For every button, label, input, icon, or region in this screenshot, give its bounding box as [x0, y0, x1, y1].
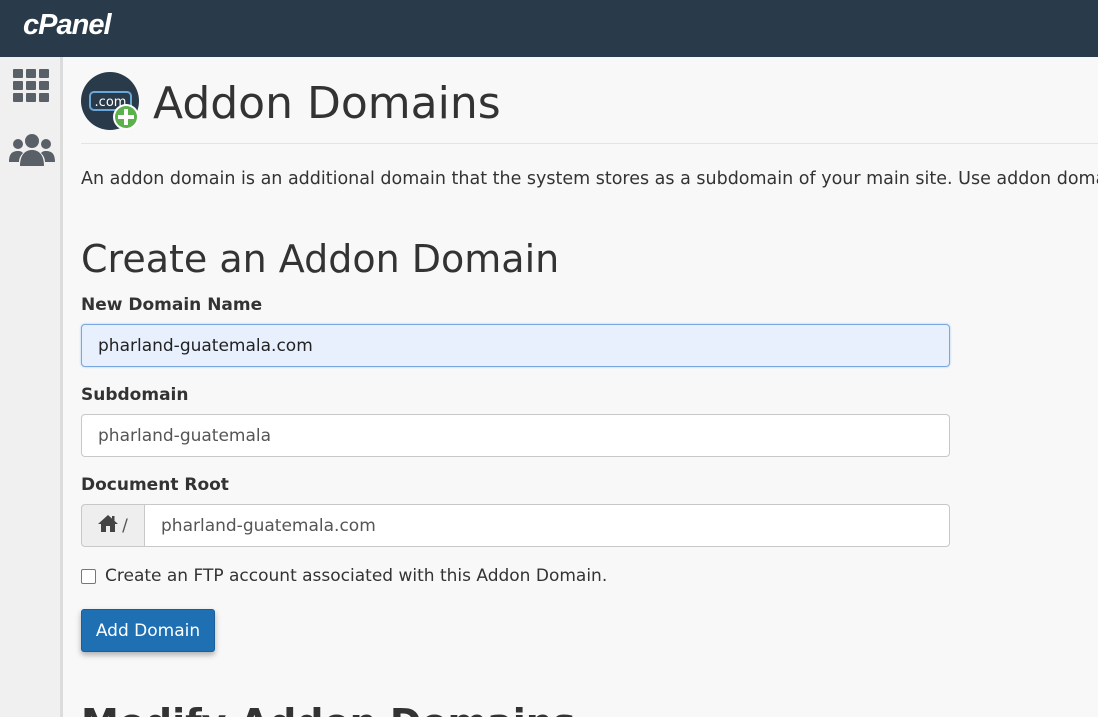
ftp-checkbox-label[interactable]: Create an FTP account associated with th…	[105, 566, 607, 586]
document-root-value: pharland-guatemala.com	[161, 515, 376, 536]
section-title-modify: Modify Addon Domains	[81, 701, 575, 717]
page-title: Addon Domains	[153, 78, 501, 129]
home-icon	[98, 514, 119, 537]
section-title-create: Create an Addon Domain	[81, 237, 560, 281]
main-content: .com Addon Domains An addon domain is an…	[63, 57, 1098, 717]
subdomain-label: Subdomain	[81, 385, 189, 405]
new-domain-value: pharland-guatemala.com	[98, 335, 313, 356]
users-icon[interactable]	[0, 133, 63, 167]
new-domain-input[interactable]: pharland-guatemala.com	[81, 324, 950, 367]
document-root-input[interactable]: pharland-guatemala.com	[144, 504, 950, 547]
document-root-prefix: /	[81, 504, 144, 547]
grid-icon[interactable]	[0, 69, 63, 102]
title-divider	[81, 143, 1098, 144]
document-root-group: / pharland-guatemala.com	[81, 504, 950, 547]
document-root-label: Document Root	[81, 475, 229, 495]
top-navbar: cPanel	[0, 0, 1098, 57]
sidebar	[0, 57, 63, 717]
subdomain-input[interactable]: pharland-guatemala	[81, 414, 950, 457]
ftp-account-checkbox[interactable]	[81, 568, 96, 584]
add-domain-button[interactable]: Add Domain	[81, 609, 215, 652]
cpanel-logo[interactable]: cPanel	[23, 9, 111, 42]
dotcom-add-icon: .com	[81, 72, 141, 132]
subdomain-value: pharland-guatemala	[98, 425, 272, 446]
new-domain-label: New Domain Name	[81, 295, 263, 315]
page-description: An addon domain is an additional domain …	[81, 169, 1098, 189]
path-separator: /	[122, 515, 128, 536]
ftp-option-row: Create an FTP account associated with th…	[81, 566, 607, 586]
